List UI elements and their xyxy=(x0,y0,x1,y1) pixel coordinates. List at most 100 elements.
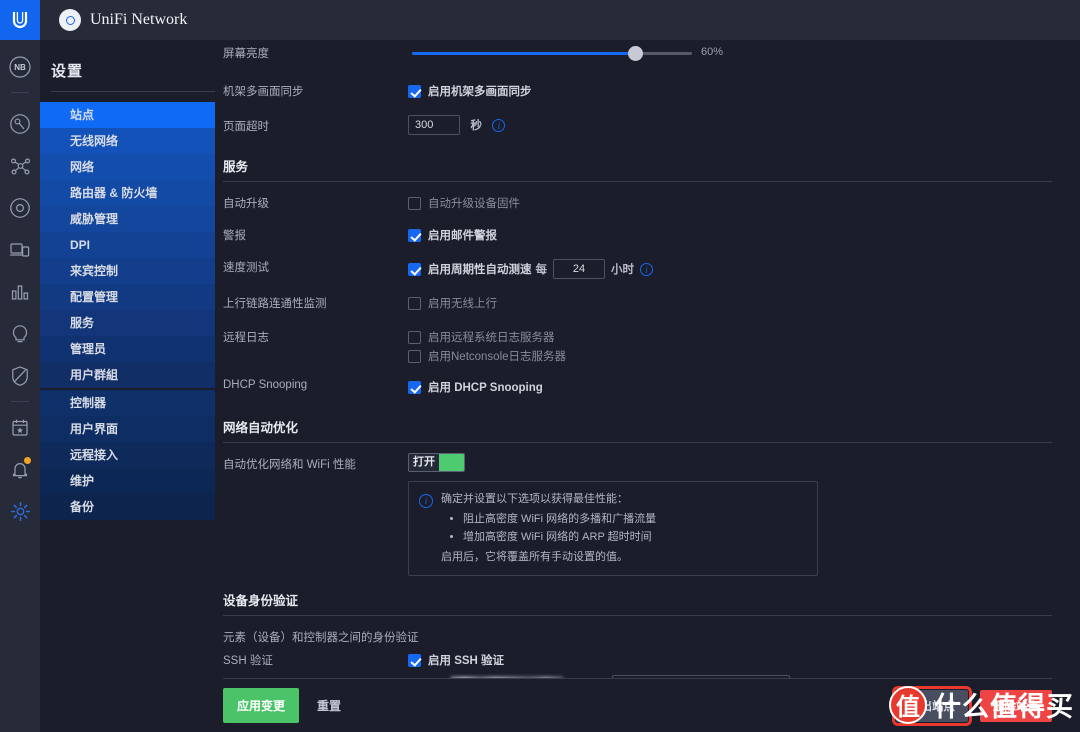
auto-upgrade-checkbox-line[interactable]: 自动升级设备固件 xyxy=(408,195,1052,211)
remote-logging-row: 远程日志 启用远程系统日志服务器 启用Netconsole日志服务器 xyxy=(223,324,1052,366)
insights-icon[interactable] xyxy=(0,321,40,347)
remote-syslog-checkbox[interactable] xyxy=(408,330,421,344)
delete-site-button[interactable]: 删除站点 xyxy=(980,689,1052,722)
ssh-auth-checkbox-line[interactable]: 启用 SSH 验证 xyxy=(408,652,1052,668)
remote-syslog-checkbox-line[interactable]: 启用远程系统日志服务器 xyxy=(408,329,1052,345)
auto-optimize-toggle-label: 打开 xyxy=(409,454,439,471)
auto-optimize-section-divider xyxy=(223,442,1052,443)
ssh-auth-checkbox-label: 启用 SSH 验证 xyxy=(428,655,505,668)
auto-upgrade-checkbox[interactable] xyxy=(408,196,421,210)
speedtest-every-label: 每 xyxy=(535,264,548,276)
auto-upgrade-checkbox-label: 自动升级设备固件 xyxy=(428,198,520,210)
speedtest-info-icon[interactable]: i xyxy=(640,262,653,276)
apply-changes-button[interactable]: 应用变更 xyxy=(223,688,300,723)
auto-optimize-toggle-knob[interactable] xyxy=(439,454,464,471)
settings-sidebar: 设置 站点 无线网络 网络 路由器 & 防火墙 威胁管理 DPI 来宾控制 配置… xyxy=(40,0,228,732)
speedtest-interval-input[interactable]: 24 xyxy=(553,259,605,279)
sidebar-item-routing-firewall[interactable]: 路由器 & 防火墙 xyxy=(40,180,215,206)
auto-optimize-info-bullets: 阻止高密度 WiFi 网络的多播和广播流量 增加高密度 WiFi 网络的 ARP… xyxy=(463,511,656,546)
devices-icon[interactable] xyxy=(0,195,40,221)
auto-optimize-bullet-2: 增加高密度 WiFi 网络的 ARP 超时时间 xyxy=(463,529,656,546)
dhcp-snooping-row: DHCP Snooping 启用 DHCP Snooping xyxy=(223,374,1052,401)
uplink-checkbox-line[interactable]: 启用无线上行 xyxy=(408,295,1052,311)
page-timeout-unit: 秒 xyxy=(470,120,482,133)
auto-upgrade-row: 自动升级 自动升级设备固件 xyxy=(223,190,1052,217)
rail-divider-2 xyxy=(11,401,29,402)
page-timeout-info-icon[interactable]: i xyxy=(492,118,506,132)
speedtest-checkbox[interactable] xyxy=(408,262,421,276)
alerts-checkbox-line[interactable]: 启用邮件警报 xyxy=(408,227,1052,243)
sidebar-item-services[interactable]: 服务 xyxy=(40,310,215,336)
page-timeout-row: 页面超时 300 秒 i xyxy=(223,113,1052,140)
sidebar-item-networks[interactable]: 网络 xyxy=(40,154,215,180)
sidebar-item-user-interface[interactable]: 用户界面 xyxy=(40,416,215,442)
rack-sync-checkbox[interactable] xyxy=(408,84,421,98)
settings-form: 屏幕亮度 60% 机架多画面同步 启用机架多画面同步 页面超时 300 秒 i … xyxy=(215,0,1080,678)
sidebar-item-user-groups[interactable]: 用户群組 xyxy=(40,362,215,388)
auto-optimize-info-heading: 确定并设置以下选项以获得最佳性能： xyxy=(441,493,628,505)
unifi-u-logo[interactable] xyxy=(0,0,40,40)
email-alerts-checkbox[interactable] xyxy=(408,228,421,242)
speedtest-checkbox-label: 启用周期性自动测速 xyxy=(428,264,532,276)
user-avatar[interactable]: NB xyxy=(0,54,40,80)
auto-optimize-row: 自动优化网络和 WiFi 性能 打开 i 确定并设置以下选项以获得最佳性能： •… xyxy=(223,451,1052,577)
dashboard-icon[interactable] xyxy=(0,111,40,137)
unifi-network-app: NB 设置 站点 无线网络 网络 路由器 & 防火墙 威胁管理 DPI 来宾控制… xyxy=(0,0,1080,732)
threats-shield-icon[interactable] xyxy=(0,363,40,389)
auto-optimize-bullet-1: 阻止高密度 WiFi 网络的多播和广播流量 xyxy=(463,511,656,528)
page-timeout-label: 页面超时 xyxy=(223,121,269,133)
remote-logging-label: 远程日志 xyxy=(223,332,269,344)
sidebar-item-threat-management[interactable]: 威胁管理 xyxy=(40,206,215,232)
dhcp-snooping-checkbox[interactable] xyxy=(408,380,421,394)
auto-optimize-toggle[interactable]: 打开 xyxy=(408,453,465,472)
dhcp-snooping-checkbox-line[interactable]: 启用 DHCP Snooping xyxy=(408,379,1052,395)
sidebar-item-site[interactable]: 站点 xyxy=(40,102,228,128)
screen-brightness-row: 屏幕亮度 60% xyxy=(223,40,1052,67)
speedtest-unit: 小时 xyxy=(611,264,634,276)
sidebar-item-remote-access[interactable]: 远程接入 xyxy=(40,442,215,468)
statistics-icon[interactable] xyxy=(0,279,40,305)
sidebar-item-controller[interactable]: 控制器 xyxy=(40,390,215,416)
rack-sync-checkbox-line[interactable]: 启用机架多画面同步 xyxy=(408,83,1052,99)
uplink-connectivity-row: 上行链路连通性监测 启用无线上行 xyxy=(223,290,1052,317)
netconsole-checkbox[interactable] xyxy=(408,349,421,363)
sidebar-item-profiles[interactable]: 配置管理 xyxy=(40,284,215,310)
reset-button[interactable]: 重置 xyxy=(317,697,341,714)
dhcp-snooping-label: DHCP Snooping xyxy=(223,379,308,391)
clients-icon[interactable] xyxy=(0,237,40,263)
speedtest-row: 速度测试 启用周期性自动测速 每 24 小时 i xyxy=(223,254,1052,281)
auto-optimize-info-footer: 启用后，它将覆盖所有手动设置的值。 xyxy=(441,551,628,564)
sidebar-item-backup[interactable]: 备份 xyxy=(40,494,215,520)
screen-brightness-label: 屏幕亮度 xyxy=(223,48,269,60)
footer-right-actions: 导出站点 删除站点 xyxy=(892,685,1052,726)
netconsole-checkbox-line[interactable]: 启用Netconsole日志服务器 xyxy=(408,348,1052,364)
device-auth-description: 元素（设备）和控制器之间的身份验证 xyxy=(223,632,419,645)
sidebar-item-dpi[interactable]: DPI xyxy=(40,232,215,258)
sidebar-item-maintenance[interactable]: 维护 xyxy=(40,468,215,494)
alerts-bell-icon[interactable] xyxy=(0,456,40,482)
email-alerts-checkbox-label: 启用邮件警报 xyxy=(428,230,497,242)
brightness-slider-fill xyxy=(412,52,634,55)
speedtest-checkbox-line[interactable]: 启用周期性自动测速 每 24 小时 i xyxy=(408,259,1052,279)
brightness-slider-knob[interactable] xyxy=(628,46,643,61)
sidebar-item-wireless[interactable]: 无线网络 xyxy=(40,128,215,154)
sidebar-item-guest-control[interactable]: 来宾控制 xyxy=(40,258,215,284)
settings-gear-icon[interactable] xyxy=(0,498,40,524)
export-site-button[interactable]: 导出站点 xyxy=(892,685,972,726)
topology-icon[interactable] xyxy=(0,153,40,179)
page-timeout-input[interactable]: 300 xyxy=(408,115,460,135)
alert-badge-dot xyxy=(24,457,31,464)
avatar-initials: NB xyxy=(14,62,26,72)
auto-optimize-label: 自动优化网络和 WiFi 性能 xyxy=(223,459,356,471)
wireless-uplink-checkbox[interactable] xyxy=(408,296,421,310)
sidebar-item-admins[interactable]: 管理员 xyxy=(40,336,215,362)
device-auth-description-row: 元素（设备）和控制器之间的身份验证 xyxy=(223,624,1052,645)
ssh-auth-checkbox[interactable] xyxy=(408,653,421,667)
events-calendar-icon[interactable] xyxy=(0,414,40,440)
services-section-title: 服务 xyxy=(223,160,249,174)
device-auth-section-title: 设备身份验证 xyxy=(223,594,299,609)
brightness-value: 60% xyxy=(701,46,724,58)
action-footer: 应用变更 重置 导出站点 删除站点 xyxy=(223,678,1052,732)
sidebar-title: 设置 xyxy=(51,63,84,80)
dhcp-snooping-checkbox-label: 启用 DHCP Snooping xyxy=(428,382,543,394)
